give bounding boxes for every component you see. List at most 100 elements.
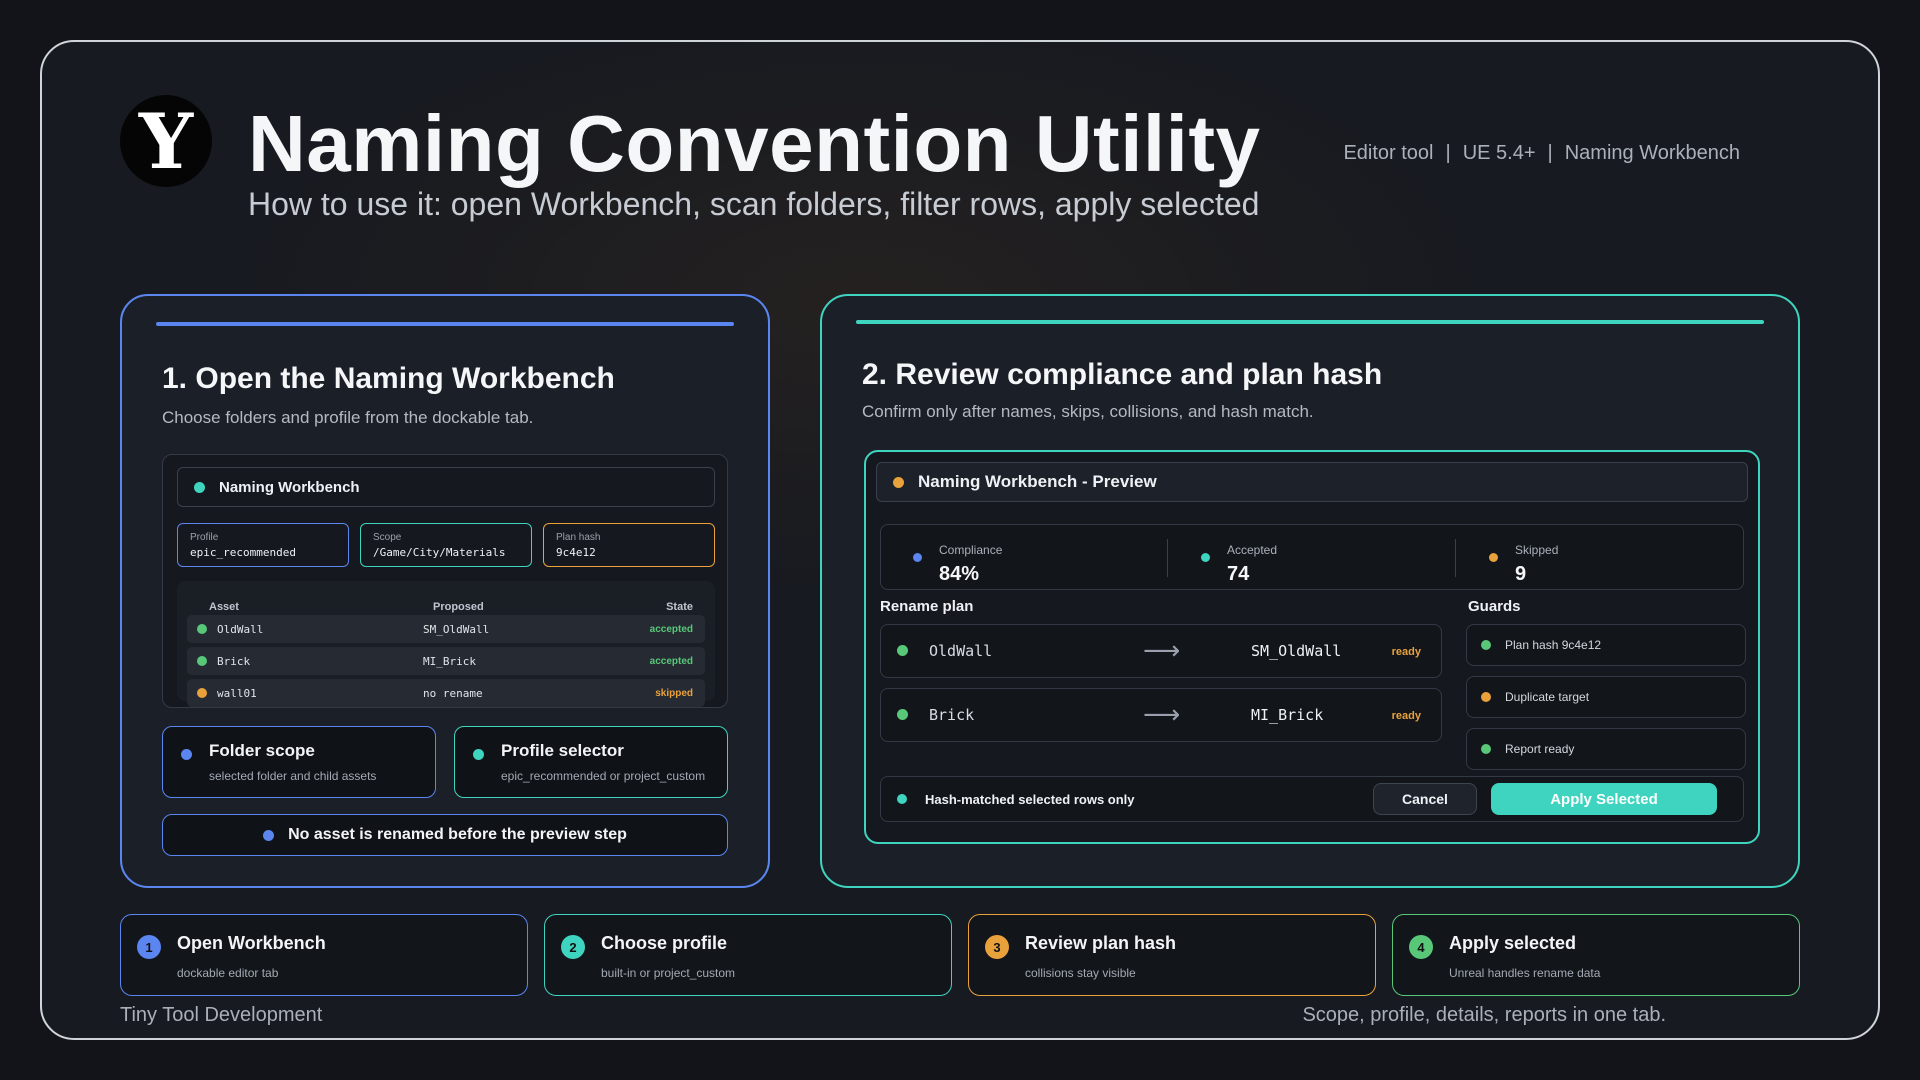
banner-text: No asset is renamed before the preview s… — [288, 826, 627, 843]
status-dot — [197, 656, 207, 666]
card-subtitle: epic_recommended or project_custom — [501, 769, 706, 783]
stat-skipped: Skipped 9 — [1457, 525, 1745, 589]
workbench-tab-header[interactable]: Naming Workbench — [177, 467, 715, 507]
step-title: Choose profile — [601, 933, 728, 953]
table-row[interactable]: OldWall SM_OldWall accepted — [187, 615, 705, 643]
rename-row[interactable]: OldWall ⟶ SM_OldWall ready — [880, 624, 1442, 678]
step-card-apply-selected: 4 Apply selected Unreal handles rename d… — [1392, 914, 1800, 996]
cell-proposed: no rename — [423, 686, 483, 700]
page-title: Naming Convention Utility — [248, 99, 1261, 188]
meta-editor-tool: Editor tool — [1343, 142, 1434, 164]
stat-label: Skipped — [1515, 543, 1559, 557]
header-meta: Editor tool | UE 5.4+ | Naming Workbench — [1343, 142, 1740, 165]
card-title: Profile selector — [501, 741, 624, 760]
panel-accent-bar — [156, 322, 734, 326]
stat-compliance: Compliance 84% — [881, 525, 1169, 589]
scope-field[interactable]: Scope /Game/City/Materials — [360, 523, 532, 567]
stat-value: 74 — [1227, 563, 1250, 585]
field-label: Scope — [373, 532, 402, 543]
cell-state: accepted — [649, 623, 693, 635]
guard-item: Plan hash 9c4e12 — [1466, 624, 1746, 666]
workbench-title: Naming Workbench — [219, 478, 360, 496]
page-subtitle: How to use it: open Workbench, scan fold… — [248, 186, 1260, 222]
table-row[interactable]: Brick MI_Brick accepted — [187, 647, 705, 675]
guard-item: Duplicate target — [1466, 676, 1746, 718]
step1-title: 1. Open the Naming Workbench — [162, 362, 615, 395]
column-header-proposed: Proposed — [433, 601, 484, 613]
cell-asset: Brick — [217, 654, 251, 668]
plan-hash-field[interactable]: Plan hash 9c4e12 — [543, 523, 715, 567]
footer-left: Tiny Tool Development — [120, 1004, 323, 1026]
status-dot — [893, 476, 904, 488]
status-dot — [197, 624, 207, 634]
status-dot — [897, 645, 908, 656]
stat-value: 84% — [939, 563, 980, 585]
action-text: Hash-matched selected rows only — [925, 791, 1135, 807]
status-dot — [263, 829, 275, 841]
step-subtitle: collisions stay visible — [1025, 966, 1136, 980]
step-subtitle: built-in or project_custom — [601, 966, 736, 980]
preview-window: Naming Workbench - Preview Compliance 84… — [864, 450, 1760, 844]
action-bar: Hash-matched selected rows only Cancel A… — [880, 776, 1744, 822]
guards-label: Guards — [1468, 598, 1521, 615]
step-title: Apply selected — [1449, 933, 1577, 953]
stat-value: 9 — [1515, 563, 1527, 585]
status-dot — [1481, 640, 1491, 650]
status-dot — [1489, 553, 1498, 562]
column-header-state: State — [666, 601, 693, 613]
workbench-mockup: Naming Workbench Profile epic_recommende… — [162, 454, 728, 708]
guard-text: Report ready — [1505, 742, 1575, 756]
step-subtitle: dockable editor tab — [177, 966, 279, 980]
stat-label: Compliance — [939, 543, 1003, 557]
preview-title: Naming Workbench - Preview — [918, 472, 1157, 491]
step-card-open-workbench: 1 Open Workbench dockable editor tab — [120, 914, 528, 996]
step-subtitle: Unreal handles rename data — [1449, 966, 1601, 980]
footer-right: Scope, profile, details, reports in one … — [1302, 1004, 1666, 1026]
status-dot — [913, 553, 922, 562]
rename-from: OldWall — [929, 642, 993, 660]
meta-ue-version: UE 5.4+ — [1462, 142, 1536, 164]
arrow-right-icon: ⟶ — [1143, 635, 1181, 665]
apply-selected-button[interactable]: Apply Selected — [1491, 783, 1717, 815]
status-dot — [1201, 553, 1210, 562]
status-dot — [897, 709, 908, 720]
stat-accepted: Accepted 74 — [1169, 525, 1457, 589]
step1-panel: 1. Open the Naming Workbench Choose fold… — [120, 294, 770, 888]
column-header-asset: Asset — [209, 601, 239, 613]
field-value: 9c4e12 — [556, 546, 596, 559]
cell-asset: wall01 — [217, 686, 257, 700]
preview-header: Naming Workbench - Preview — [876, 462, 1748, 502]
cell-asset: OldWall — [217, 622, 264, 636]
profile-field[interactable]: Profile epic_recommended — [177, 523, 349, 567]
field-label: Profile — [190, 532, 219, 543]
meta-separator: | — [1547, 142, 1553, 164]
cell-state: skipped — [655, 687, 693, 699]
field-value: epic_recommended — [190, 546, 296, 559]
cell-state: accepted — [649, 655, 693, 667]
status-dot — [1481, 744, 1491, 754]
preview-notice-banner: No asset is renamed before the preview s… — [162, 814, 728, 856]
action-label: Hash-matched selected rows only — [897, 777, 1135, 821]
guard-text: Plan hash 9c4e12 — [1505, 638, 1602, 652]
cell-proposed: MI_Brick — [423, 654, 476, 668]
status-dot — [473, 749, 484, 760]
card-subtitle: selected folder and child assets — [209, 769, 377, 783]
step2-subtitle: Confirm only after names, skips, collisi… — [862, 402, 1314, 421]
rename-state: ready — [1391, 710, 1421, 722]
guard-item: Report ready — [1466, 728, 1746, 770]
table-row[interactable]: wall01 no rename skipped — [187, 679, 705, 707]
status-dot — [194, 481, 205, 493]
panel-accent-bar — [856, 320, 1764, 324]
rename-row[interactable]: Brick ⟶ MI_Brick ready — [880, 688, 1442, 742]
status-dot — [897, 794, 907, 804]
status-dot — [197, 688, 207, 698]
step2-panel: 2. Review compliance and plan hash Confi… — [820, 294, 1800, 888]
folder-scope-card: Folder scope selected folder and child a… — [162, 726, 436, 798]
card-title: Folder scope — [209, 741, 315, 760]
step1-subtitle: Choose folders and profile from the dock… — [162, 408, 534, 427]
cancel-button[interactable]: Cancel — [1373, 783, 1477, 815]
rename-to: MI_Brick — [1251, 706, 1324, 724]
step-number-badge: 3 — [985, 935, 1009, 959]
divider — [1167, 539, 1168, 577]
stat-label: Accepted — [1227, 543, 1278, 557]
